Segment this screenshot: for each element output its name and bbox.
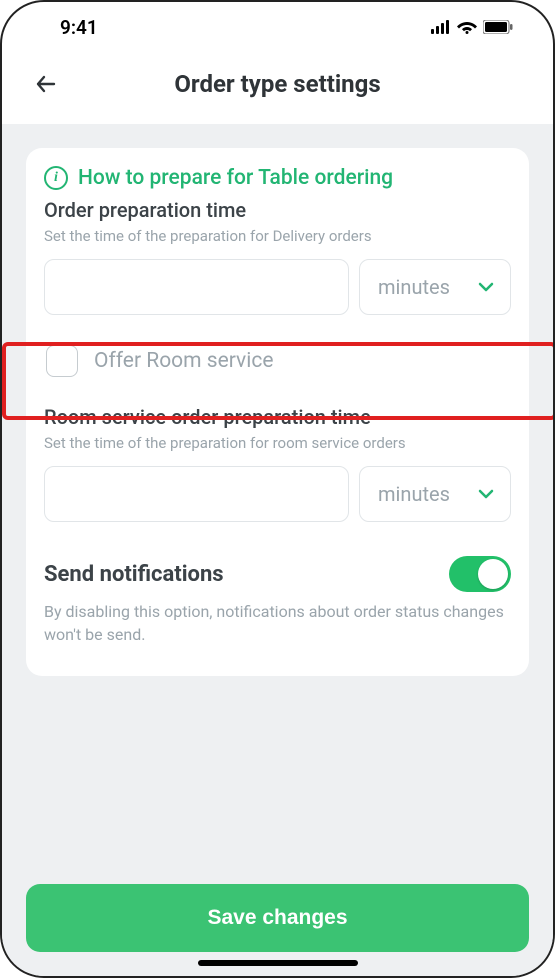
room-prep-unit-selected: minutes <box>378 482 450 506</box>
chevron-down-icon <box>476 277 496 297</box>
cellular-icon <box>431 20 451 34</box>
status-time: 9:41 <box>60 16 98 39</box>
prep-title: Order preparation time <box>44 198 511 222</box>
info-link[interactable]: i How to prepare for Table ordering <box>44 166 511 190</box>
arrow-left-icon <box>34 72 58 96</box>
save-button[interactable]: Save changes <box>26 884 529 952</box>
notifications-toggle[interactable] <box>449 556 511 592</box>
prep-unit-dropdown[interactable]: minutes <box>359 259 511 315</box>
room-prep-unit-dropdown[interactable]: minutes <box>359 466 511 522</box>
status-indicators <box>431 20 513 34</box>
content-area: i How to prepare for Table ordering Orde… <box>2 124 553 976</box>
room-prep-title: Room service order preparation time <box>44 405 511 429</box>
prep-desc: Set the time of the preparation for Deli… <box>44 226 511 247</box>
wifi-icon <box>457 20 477 34</box>
prep-time-input[interactable] <box>44 259 349 315</box>
prep-unit-selected: minutes <box>378 275 450 299</box>
notifications-desc: By disabling this option, notifications … <box>44 600 511 646</box>
home-indicator <box>198 960 358 966</box>
notifications-title: Send notifications <box>44 562 224 587</box>
chevron-down-icon <box>476 484 496 504</box>
room-service-checkbox[interactable] <box>46 345 78 377</box>
room-prep-time-input[interactable] <box>44 466 349 522</box>
status-bar: 9:41 <box>2 2 553 52</box>
back-button[interactable] <box>28 66 64 102</box>
info-link-text: How to prepare for Table ordering <box>78 166 393 190</box>
room-prep-desc: Set the time of the preparation for room… <box>44 433 511 454</box>
page-header: Order type settings <box>2 52 553 124</box>
settings-card: i How to prepare for Table ordering Orde… <box>26 148 529 676</box>
room-service-label: Offer Room service <box>94 349 273 373</box>
info-icon: i <box>44 166 68 190</box>
battery-icon <box>483 20 513 34</box>
room-service-row: Offer Room service <box>44 315 511 405</box>
page-title: Order type settings <box>64 70 491 98</box>
